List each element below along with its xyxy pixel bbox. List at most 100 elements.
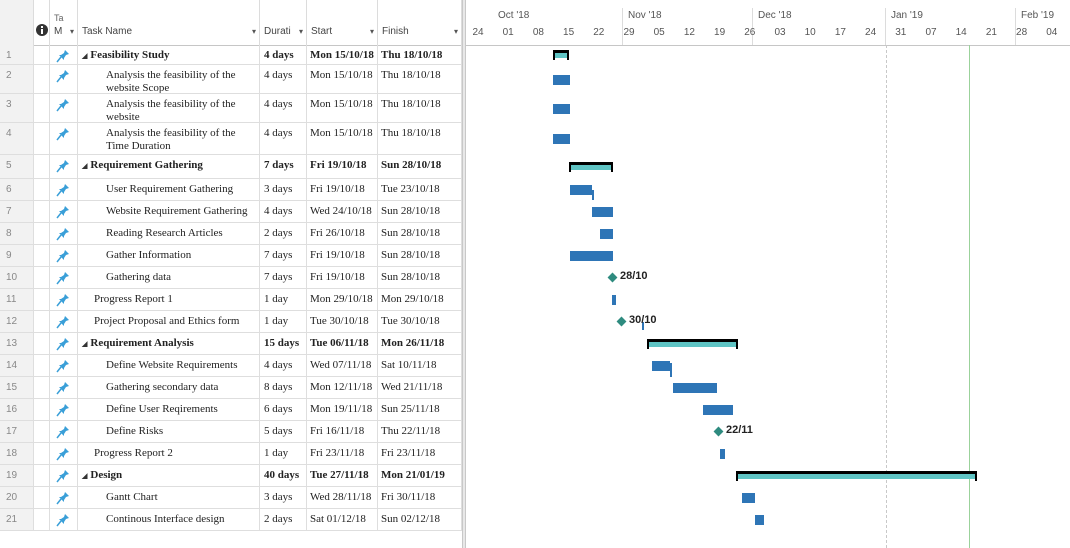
row-id[interactable]: 20	[0, 487, 34, 508]
task-mode-cell[interactable]	[50, 421, 78, 442]
row-id[interactable]: 2	[0, 65, 34, 93]
task-bar[interactable]	[742, 493, 755, 503]
finish-cell[interactable]: Thu 18/10/18	[378, 123, 462, 154]
task-name-cell[interactable]: Project Proposal and Ethics form	[78, 311, 260, 332]
start-cell[interactable]: Mon 15/10/18	[307, 123, 378, 154]
table-row[interactable]: 2 Analysis the feasibility of the website…	[0, 65, 462, 94]
table-row[interactable]: 16 Define User Reqirements 6 days Mon 19/11…	[0, 399, 462, 421]
duration-cell[interactable]: 7 days	[260, 267, 307, 288]
summary-bar[interactable]	[736, 474, 977, 479]
collapse-triangle-icon[interactable]: ◢	[82, 52, 87, 60]
task-name-cell[interactable]: ◢ Design	[78, 465, 260, 486]
finish-cell[interactable]: Mon 26/11/18	[378, 333, 462, 354]
row-id[interactable]: 18	[0, 443, 34, 464]
table-row[interactable]: 10 Gathering data 7 days Fri 19/10/18 Sun 28…	[0, 267, 462, 289]
start-cell[interactable]: Fri 16/11/18	[307, 421, 378, 442]
start-cell[interactable]: Fri 19/10/18	[307, 267, 378, 288]
table-row[interactable]: 9 Gather Information 7 days Fri 19/10/18 Sun…	[0, 245, 462, 267]
start-column-header[interactable]: Start ▾	[307, 0, 378, 45]
duration-cell[interactable]: 4 days	[260, 123, 307, 154]
table-row[interactable]: 17 Define Risks 5 days Fri 16/11/18 Thu 22/1…	[0, 421, 462, 443]
duration-cell[interactable]: 6 days	[260, 399, 307, 420]
duration-cell[interactable]: 4 days	[260, 94, 307, 122]
finish-cell[interactable]: Sat 10/11/18	[378, 355, 462, 376]
task-mode-cell[interactable]	[50, 509, 78, 530]
chevron-down-icon[interactable]: ▾	[252, 27, 256, 36]
table-row[interactable]: 7 Website Requirement Gathering 4 days Wed …	[0, 201, 462, 223]
start-cell[interactable]: Mon 29/10/18	[307, 289, 378, 310]
task-bar[interactable]	[600, 229, 613, 239]
table-row[interactable]: 14 Define Website Requirements 4 days Wed 0…	[0, 355, 462, 377]
task-bar[interactable]	[755, 515, 764, 525]
task-mode-cell[interactable]	[50, 289, 78, 310]
start-cell[interactable]: Fri 19/10/18	[307, 245, 378, 266]
summary-bar[interactable]	[647, 342, 738, 347]
finish-column-header[interactable]: Finish ▾	[378, 0, 462, 45]
task-mode-cell[interactable]	[50, 179, 78, 200]
task-mode-cell[interactable]	[50, 223, 78, 244]
row-id[interactable]: 10	[0, 267, 34, 288]
task-name-cell[interactable]: Analysis the feasibility of the website	[78, 94, 260, 122]
duration-cell[interactable]: 4 days	[260, 355, 307, 376]
duration-cell[interactable]: 3 days	[260, 179, 307, 200]
finish-cell[interactable]: Sun 28/10/18	[378, 155, 462, 178]
task-name-cell[interactable]: Define Risks	[78, 421, 260, 442]
finish-cell[interactable]: Wed 21/11/18	[378, 377, 462, 398]
table-row[interactable]: 11 Progress Report 11 day Mon 29/10/18 Mon …	[0, 289, 462, 311]
finish-cell[interactable]: Mon 29/10/18	[378, 289, 462, 310]
task-bar[interactable]	[720, 449, 725, 459]
task-mode-cell[interactable]	[50, 443, 78, 464]
task-mode-cell[interactable]	[50, 94, 78, 122]
task-name-cell[interactable]: Progress Report 1	[78, 289, 260, 310]
duration-cell[interactable]: 7 days	[260, 245, 307, 266]
task-bar[interactable]	[570, 185, 592, 195]
start-cell[interactable]: Fri 23/11/18	[307, 443, 378, 464]
row-id[interactable]: 4	[0, 123, 34, 154]
finish-cell[interactable]: Thu 18/10/18	[378, 94, 462, 122]
summary-bar[interactable]	[569, 165, 613, 170]
duration-cell[interactable]: 15 days	[260, 333, 307, 354]
finish-cell[interactable]: Thu 22/11/18	[378, 421, 462, 442]
task-bar[interactable]	[553, 134, 570, 144]
duration-cell[interactable]: 5 days	[260, 421, 307, 442]
task-mode-cell[interactable]	[50, 123, 78, 154]
start-cell[interactable]: Tue 06/11/18	[307, 333, 378, 354]
row-id[interactable]: 8	[0, 223, 34, 244]
row-id[interactable]: 6	[0, 179, 34, 200]
task-name-cell[interactable]: Progress Report 2	[78, 443, 260, 464]
start-cell[interactable]: Wed 24/10/18	[307, 201, 378, 222]
task-bar[interactable]	[592, 207, 613, 217]
duration-cell[interactable]: 40 days	[260, 465, 307, 486]
start-cell[interactable]: Fri 19/10/18	[307, 179, 378, 200]
task-mode-cell[interactable]	[50, 45, 78, 64]
finish-cell[interactable]: Sun 25/11/18	[378, 399, 462, 420]
task-name-cell[interactable]: ◢ Requirement Gathering	[78, 155, 260, 178]
task-mode-cell[interactable]	[50, 245, 78, 266]
task-mode-cell[interactable]	[50, 355, 78, 376]
task-bar[interactable]	[612, 295, 616, 305]
finish-cell[interactable]: Sun 02/12/18	[378, 509, 462, 530]
row-id[interactable]: 16	[0, 399, 34, 420]
chevron-down-icon[interactable]: ▾	[70, 27, 74, 36]
task-mode-cell[interactable]	[50, 399, 78, 420]
duration-cell[interactable]: 2 days	[260, 223, 307, 244]
duration-cell[interactable]: 3 days	[260, 487, 307, 508]
start-cell[interactable]: Tue 30/10/18	[307, 311, 378, 332]
task-name-cell[interactable]: Gantt Chart	[78, 487, 260, 508]
task-name-cell[interactable]: Gathering data	[78, 267, 260, 288]
row-id[interactable]: 21	[0, 509, 34, 530]
start-cell[interactable]: Fri 26/10/18	[307, 223, 378, 244]
task-name-cell[interactable]: Gather Information	[78, 245, 260, 266]
task-name-cell[interactable]: Analysis the feasibility of the website …	[78, 65, 260, 93]
duration-cell[interactable]: 4 days	[260, 65, 307, 93]
task-name-cell[interactable]: Analysis the feasibility of the Time Dur…	[78, 123, 260, 154]
table-row[interactable]: 21 Continous Interface design 2 days Sat 01…	[0, 509, 462, 531]
table-row[interactable]: 8 Reading Research Articles 2 days Fri 26/1…	[0, 223, 462, 245]
table-row[interactable]: 13 ◢ Requirement Analysis 15 days Tue 06/11/…	[0, 333, 462, 355]
chevron-down-icon[interactable]: ▾	[454, 27, 458, 36]
table-row[interactable]: 18 Progress Report 21 day Fri 23/11/18 Fri …	[0, 443, 462, 465]
task-bar[interactable]	[570, 251, 613, 261]
task-mode-cell[interactable]	[50, 267, 78, 288]
start-cell[interactable]: Sat 01/12/18	[307, 509, 378, 530]
row-id[interactable]: 11	[0, 289, 34, 310]
